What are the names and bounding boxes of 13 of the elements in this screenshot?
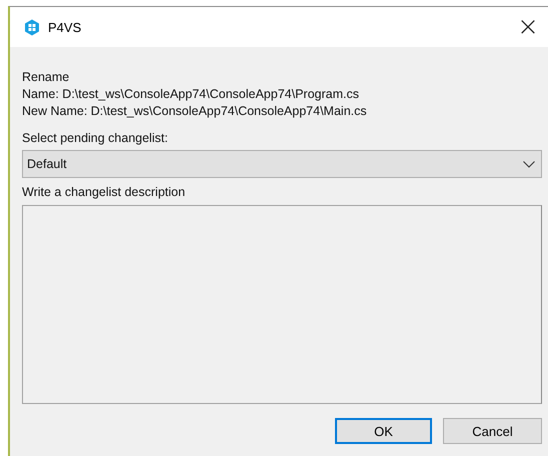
action-label: Rename [22,69,70,86]
file-path-text: New Name: D:\test_ws\ConsoleApp74\ConsoleApp74\Main.cs [22,103,368,120]
ok-button[interactable]: OK [335,418,432,444]
description-label: Write a changelist description [22,184,186,201]
file-path-text: Name: D:\test_ws\ConsoleApp74\ConsoleApp74\Program.cs [22,86,360,103]
close-button[interactable]: × [508,9,548,45]
description-field[interactable] [22,205,542,404]
changelist-dropdown[interactable]: Default [22,150,542,178]
cancel-button[interactable]: Cancel [443,418,542,444]
chevron-down-icon [523,160,535,168]
changelist-label: Select pending changelist: [22,130,169,147]
app-icon [24,18,40,36]
window-title: P4VS [48,20,82,34]
